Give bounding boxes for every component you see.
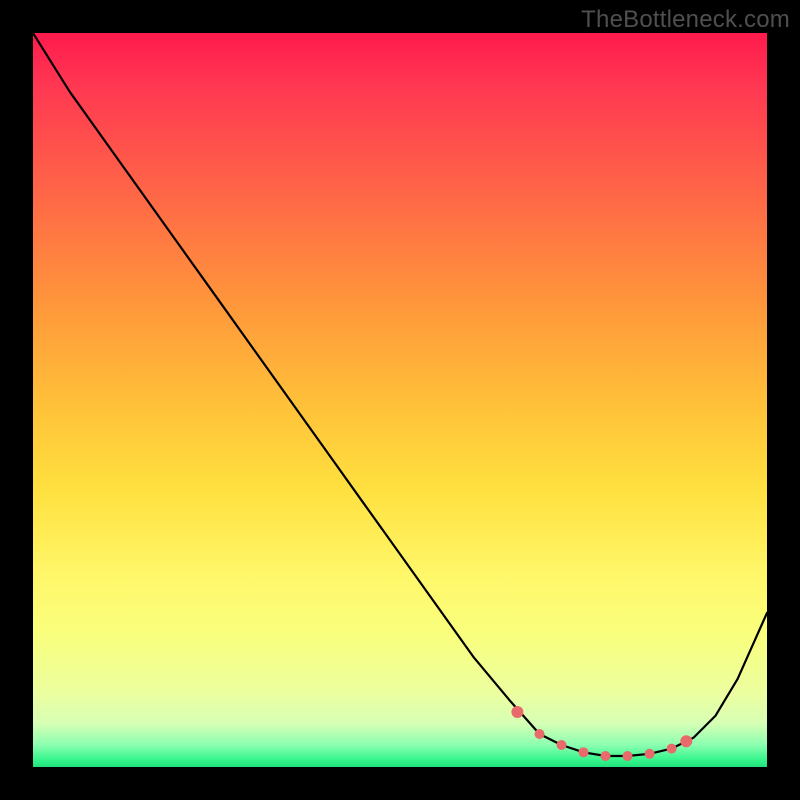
highlight-markers (511, 706, 692, 761)
marker-dot (623, 751, 633, 761)
chart-frame: TheBottleneck.com (0, 0, 800, 800)
marker-dot (667, 744, 677, 754)
marker-dot (645, 749, 655, 759)
marker-dot (511, 706, 523, 718)
watermark-text: TheBottleneck.com (581, 6, 790, 34)
marker-dot (557, 740, 567, 750)
marker-dot (579, 747, 589, 757)
marker-dot (680, 735, 692, 747)
marker-dot (535, 729, 545, 739)
bottleneck-curve (33, 33, 767, 756)
marker-dot (601, 751, 611, 761)
chart-svg (33, 33, 767, 767)
plot-area (33, 33, 767, 767)
